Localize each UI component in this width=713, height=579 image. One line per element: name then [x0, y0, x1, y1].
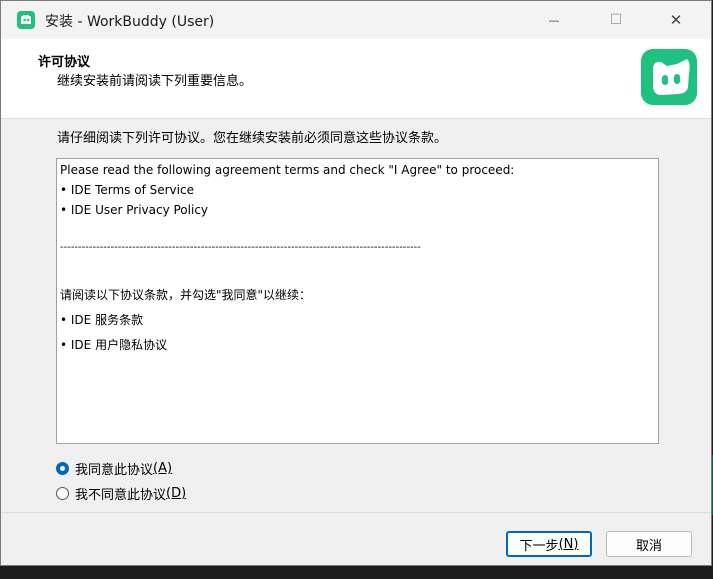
page-subtitle: 继续安装前请阅读下列重要信息。 [57, 74, 253, 89]
maximize-icon: ☐ [609, 12, 623, 28]
license-line: Please read the following agreement term… [60, 163, 515, 177]
license-text-area[interactable]: Please read the following agreement term… [56, 158, 659, 444]
next-button[interactable]: 下一步 (N) [506, 531, 592, 557]
header-panel: 许可协议 继续安装前请阅读下列重要信息。 [1, 39, 711, 119]
close-icon: ✕ [669, 11, 683, 29]
disagree-radio[interactable] [56, 487, 69, 500]
license-divider: ----------------------------------------… [60, 242, 421, 253]
license-line: • IDE 用户隐私协议 [60, 338, 168, 352]
disagree-option[interactable]: 我不同意此协议 (D) [56, 484, 186, 503]
close-button[interactable]: ✕ [653, 1, 699, 39]
window-title: 安装 - WorkBuddy (User) [45, 14, 215, 30]
cancel-button-label: 取消 [635, 538, 662, 554]
license-line: 请阅读以下协议条款，并勾选"我同意"以继续： [60, 288, 312, 302]
title-bar[interactable]: 安装 - WorkBuddy (User) — ☐ ✕ [1, 1, 711, 39]
agree-option[interactable]: 我同意此协议 (A) [56, 459, 172, 478]
minimize-icon: — [548, 13, 560, 27]
maximize-button[interactable]: ☐ [593, 1, 639, 39]
page-title: 许可协议 [38, 55, 91, 70]
minimize-button[interactable]: — [531, 1, 577, 39]
cancel-button[interactable]: 取消 [606, 531, 692, 557]
agree-radio[interactable] [56, 462, 69, 475]
agree-label[interactable]: 我同意此协议 [75, 459, 153, 478]
installer-dialog: 安装 - WorkBuddy (User) — ☐ ✕ 许可协议 继续安装前请阅… [0, 0, 712, 566]
license-line: • IDE User Privacy Policy [60, 203, 209, 217]
disagree-label[interactable]: 我不同意此协议 [75, 484, 166, 503]
license-line: • IDE Terms of Service [60, 183, 194, 197]
instruction-text: 请仔细阅读下列许可协议。您在继续安装前必须同意这些协议条款。 [57, 131, 448, 146]
license-line: • IDE 服务条款 [60, 313, 144, 327]
next-button-mnemonic: (N) [558, 536, 579, 552]
footer-divider [1, 512, 711, 513]
workbuddy-cat-icon [641, 49, 697, 105]
next-button-label: 下一步 [519, 538, 559, 554]
workbuddy-app-icon [17, 11, 35, 29]
background-app-bottom [0, 566, 713, 579]
agree-mnemonic: (A) [153, 461, 173, 476]
disagree-mnemonic: (D) [166, 486, 187, 501]
